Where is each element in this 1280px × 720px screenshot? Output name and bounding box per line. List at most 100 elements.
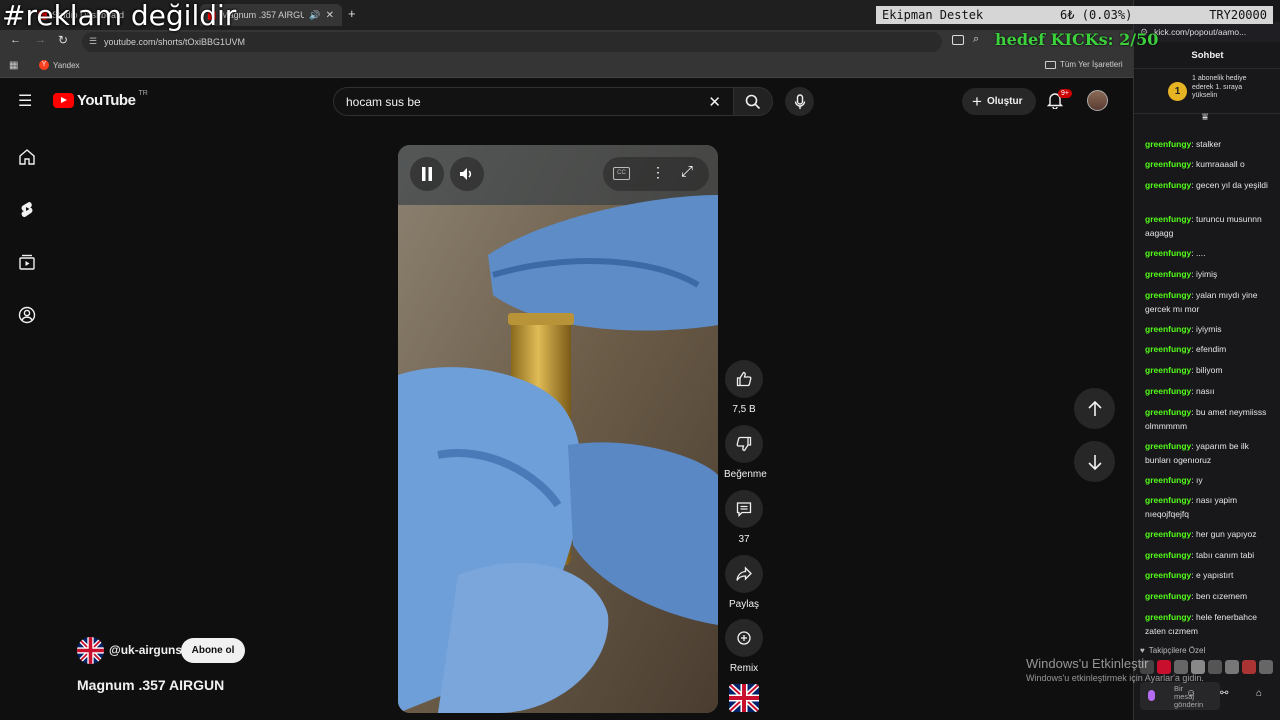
followers-only-notice: ♥ Takipçilere Özel <box>1140 646 1205 655</box>
chat-username[interactable]: greenfungy <box>1145 441 1191 451</box>
chat-text: e yapıstırt <box>1196 570 1234 580</box>
chat-username[interactable]: greenfungy <box>1145 495 1191 505</box>
shorts-video-player[interactable]: CC ⋮ ⤢ <box>398 145 718 713</box>
emote-icon[interactable] <box>1259 660 1273 674</box>
tab-close-icon[interactable]: ✕ <box>326 10 334 21</box>
volume-icon <box>460 168 472 180</box>
avatar[interactable] <box>1087 90 1108 111</box>
emote-icon[interactable] <box>1208 660 1222 674</box>
chat-username[interactable]: greenfungy <box>1145 159 1191 169</box>
forward-arrow-icon[interactable]: → <box>35 34 46 46</box>
notifications-button[interactable]: 9+ <box>1046 89 1072 113</box>
ticker-label: Ekipman Destek <box>882 8 984 22</box>
chat-username[interactable]: greenfungy <box>1145 344 1191 354</box>
like-count: 7,5 B <box>732 404 756 415</box>
chat-message: greenfungy: iyimiş <box>1145 267 1275 281</box>
microphone-icon <box>794 93 805 109</box>
youtube-logo[interactable]: YouTube TR <box>53 90 148 109</box>
chat-username[interactable]: greenfungy <box>1145 550 1191 560</box>
channel-avatar[interactable] <box>77 637 104 664</box>
uk-flag-icon <box>77 637 104 664</box>
video-title: Magnum .357 AIRGUN <box>77 677 225 693</box>
chat-username[interactable]: greenfungy <box>1145 290 1191 300</box>
gift-prompt-text: 1 abonelik hediye ederek 1. sıraya yükse… <box>1192 75 1247 99</box>
all-bookmarks-folder[interactable]: Tüm Yer İşaretleri <box>1045 60 1123 69</box>
folder-icon <box>1045 60 1056 69</box>
nav-subscriptions-icon[interactable] <box>17 252 37 272</box>
chat-username[interactable]: greenfungy <box>1145 570 1191 580</box>
gift-leaderboard-banner[interactable]: 1 1 abonelik hediye ederek 1. sıraya yük… <box>1134 68 1280 114</box>
share-button[interactable] <box>725 555 763 593</box>
back-arrow-icon[interactable]: ← <box>10 34 21 46</box>
thumbs-down-icon <box>736 436 752 452</box>
chat-username[interactable]: greenfungy <box>1145 180 1191 190</box>
chat-text: .... <box>1196 248 1206 258</box>
chat-username[interactable]: greenfungy <box>1145 407 1191 417</box>
cast-icon[interactable] <box>952 35 964 45</box>
captions-button[interactable]: CC <box>613 167 630 180</box>
chat-input[interactable]: Bir mesaj gönderin <box>1140 682 1220 710</box>
hamburger-menu-icon[interactable]: ☰ <box>18 91 32 111</box>
voice-search-button[interactable] <box>785 87 814 116</box>
sound-thumbnail-flag[interactable] <box>729 684 759 712</box>
comments-button[interactable] <box>725 490 763 528</box>
chat-username[interactable]: greenfungy <box>1145 612 1191 622</box>
nav-home-icon[interactable] <box>17 147 37 167</box>
arrow-down-icon <box>1087 454 1102 470</box>
site-info-icon[interactable]: ☰ <box>89 36 97 47</box>
more-options-icon[interactable]: ⋮ <box>651 164 665 181</box>
chat-username[interactable]: greenfungy <box>1145 591 1191 601</box>
chat-username[interactable]: greenfungy <box>1145 139 1191 149</box>
like-button[interactable] <box>725 360 763 398</box>
new-tab-button[interactable]: + <box>348 6 356 21</box>
channel-handle[interactable]: @uk-airguns <box>109 643 182 657</box>
chat-message: greenfungy: efendim <box>1145 342 1275 356</box>
chat-username[interactable]: greenfungy <box>1145 269 1191 279</box>
emote-icon[interactable] <box>1225 660 1239 674</box>
apps-grid-icon[interactable]: ▦ <box>9 60 18 71</box>
subscribe-button[interactable]: Abone ol <box>181 638 245 663</box>
bookmark-yandex[interactable]: Y Yandex <box>39 60 80 70</box>
fullscreen-icon[interactable]: ⤢ <box>681 163 693 180</box>
player-controls-group: CC ⋮ ⤢ <box>603 157 709 191</box>
chat-message: greenfungy: yalan mıydı yine gercek mı m… <box>1145 288 1275 316</box>
pinned-toggle-icon[interactable]: ⩸ <box>1202 112 1208 123</box>
nav-shorts-icon[interactable] <box>17 199 37 219</box>
mic-icon[interactable] <box>1148 690 1155 701</box>
search-button[interactable] <box>733 87 773 116</box>
chat-username[interactable]: greenfungy <box>1145 386 1191 396</box>
remix-button[interactable] <box>725 619 763 657</box>
tab-audio-icon[interactable]: 🔊 <box>309 10 320 21</box>
chat-username[interactable]: greenfungy <box>1145 248 1191 258</box>
comment-icon <box>736 502 752 517</box>
search-input[interactable]: hocam sus be ✕ <box>333 87 733 116</box>
chat-username[interactable]: greenfungy <box>1145 529 1191 539</box>
video-frame-image <box>398 145 718 713</box>
kicks-goal-overlay: hedef KICKs: 2/50 <box>995 30 1159 49</box>
emote-icon[interactable] <box>1242 660 1256 674</box>
notification-count-badge: 9+ <box>1058 89 1072 98</box>
address-field[interactable]: ☰ youtube.com/shorts/tOxiBBG1UVM <box>82 32 942 52</box>
create-button[interactable]: + Oluştur <box>962 88 1036 115</box>
nav-you-icon[interactable] <box>17 305 37 325</box>
chat-settings-icon[interactable]: ⚯ <box>1220 688 1228 699</box>
remix-label: Remix <box>729 663 759 674</box>
dislike-button[interactable] <box>725 425 763 463</box>
pause-button[interactable] <box>410 157 444 191</box>
yandex-logo-icon: Y <box>39 60 49 70</box>
zoom-icon[interactable]: ⌕ <box>973 33 979 46</box>
bookmarks-bar: ▦ Y Yandex Tüm Yer İşaretleri <box>0 54 1133 78</box>
search-icon <box>745 94 761 109</box>
reload-icon[interactable]: ↻ <box>58 33 68 47</box>
previous-video-button[interactable] <box>1074 388 1115 429</box>
emoji-picker-icon[interactable]: ☺ <box>1186 688 1196 699</box>
clear-search-icon[interactable]: ✕ <box>708 93 721 111</box>
volume-button[interactable] <box>450 157 484 191</box>
next-video-button[interactable] <box>1074 441 1115 482</box>
ticker-value: 6₺ (0.03%) <box>1060 8 1133 22</box>
chat-username[interactable]: greenfungy <box>1145 475 1191 485</box>
chat-username[interactable]: greenfungy <box>1145 324 1191 334</box>
store-icon[interactable]: ⌂ <box>1256 688 1262 699</box>
chat-username[interactable]: greenfungy <box>1145 214 1191 224</box>
chat-username[interactable]: greenfungy <box>1145 365 1191 375</box>
